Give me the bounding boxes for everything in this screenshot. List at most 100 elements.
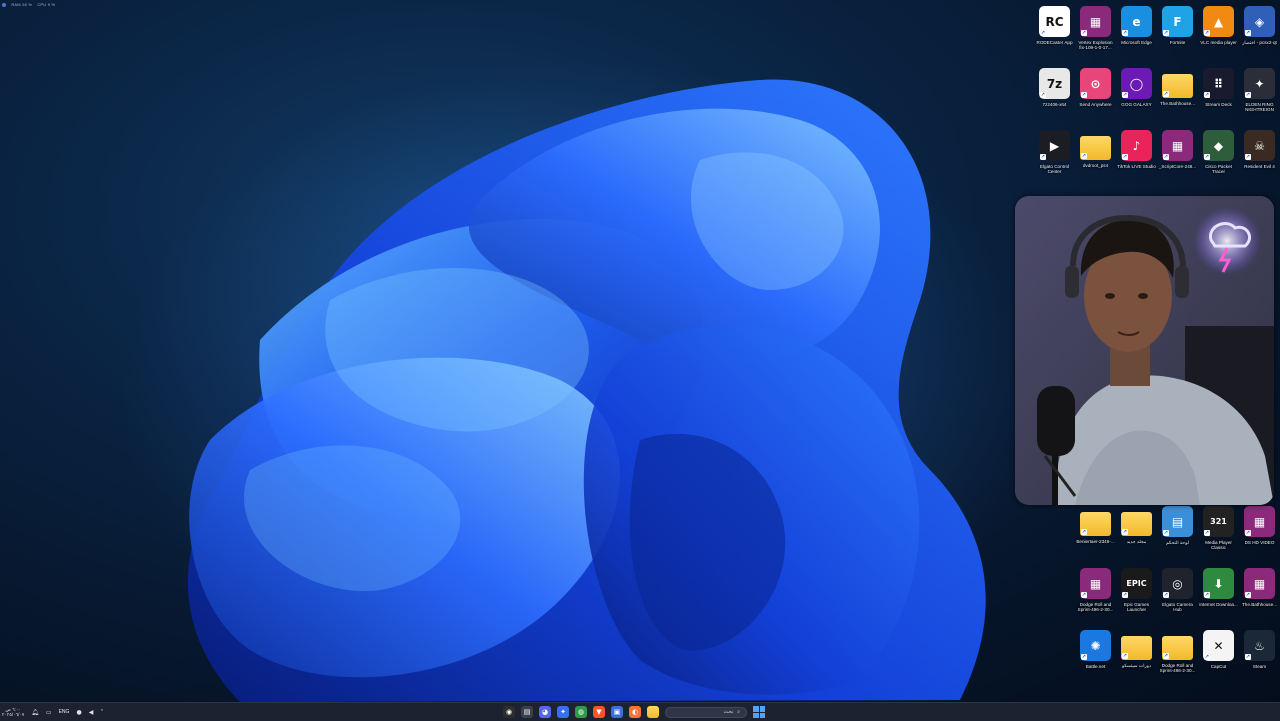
- desktop-shortcut-label: RODECaster App: [1036, 40, 1073, 45]
- brave-icon[interactable]: ▼: [593, 706, 605, 718]
- desktop-shortcut[interactable]: ⬇ ↗ Internet Downloa...: [1198, 566, 1239, 626]
- desktop-shortcut-label: Resident Evil 4: [1244, 164, 1275, 169]
- chevron-up-icon[interactable]: ˄: [100, 709, 103, 716]
- desktop-shortcut[interactable]: ◆ ↗ Cisco Packet Tracer: [1198, 128, 1239, 188]
- desktop-shortcut[interactable]: F ↗ Fortnite: [1157, 4, 1198, 64]
- file-explorer-icon[interactable]: ▤: [521, 706, 533, 718]
- discord-icon[interactable]: ◕: [539, 706, 551, 718]
- shortcut-arrow-icon: ↗: [1122, 30, 1128, 36]
- desktop-shortcut[interactable]: ♪ ↗ TikTok LIVE Studio: [1116, 128, 1157, 188]
- language-indicator[interactable]: ENG: [59, 709, 70, 715]
- desktop-shortcut[interactable]: ▦ ↗ Dodge Roll and Sprint-496-2-30...: [1075, 566, 1116, 626]
- taskbar-search[interactable]: بحث ⌕: [665, 706, 747, 718]
- desktop-shortcut-label: GOG GALAXY: [1121, 102, 1152, 107]
- desktop-shortcut[interactable]: EPIC ↗ Epic Games Launcher: [1116, 566, 1157, 626]
- firefox-icon[interactable]: ◐: [629, 706, 641, 718]
- start-button[interactable]: [753, 706, 765, 718]
- desktop-shortcut[interactable]: ◎ ↗ Elgato Camera Hub: [1157, 566, 1198, 626]
- epic-games-icon: EPIC ↗: [1121, 568, 1152, 599]
- desktop-shortcut[interactable]: ⊙ ↗ Send Anywhere: [1075, 66, 1116, 126]
- shortcut-arrow-icon: ↗: [1163, 154, 1169, 160]
- desktop-shortcut-label: Beniertaer-2346-...: [1076, 539, 1115, 544]
- desktop-shortcut[interactable]: ▲ ↗ VLC media player: [1198, 4, 1239, 64]
- volume-icon[interactable]: ◀︎: [89, 709, 94, 716]
- desktop-shortcut[interactable]: ▦ ↗ The.Bathhouse...: [1239, 566, 1280, 626]
- search-placeholder: بحث: [723, 709, 734, 715]
- folder-icon[interactable]: [647, 706, 659, 718]
- notification-icon[interactable]: 🔔︎: [31, 709, 39, 716]
- desktop-shortcut-label: Media Player Classic: [1205, 540, 1232, 551]
- idm-icon: ⬇ ↗: [1203, 568, 1234, 599]
- desktop-shortcut[interactable]: ✺ ↗ Battle.net: [1075, 628, 1116, 688]
- desktop-shortcut[interactable]: ↗ dvdroot_ps4: [1075, 128, 1116, 188]
- desktop-shortcut[interactable]: 321 ↗ Media Player Classic: [1198, 504, 1239, 564]
- desktop-shortcut-label: Microsoft Edge: [1121, 40, 1152, 45]
- desktop-shortcut[interactable]: ◯ ↗ GOG GALAXY: [1116, 66, 1157, 126]
- winrar-icon: ▦ ↗: [1080, 6, 1111, 37]
- desktop-shortcut[interactable]: ✕ ↗ CapCut: [1198, 628, 1239, 688]
- start-tile: [753, 706, 759, 712]
- desktop-shortcut[interactable]: ▤ ↗ لوحة التحكم: [1157, 504, 1198, 564]
- desktop-shortcut-label: Steam: [1252, 664, 1267, 669]
- shortcut-arrow-icon: ↗: [1081, 529, 1087, 535]
- shortcut-arrow-icon: ↗: [1122, 154, 1128, 160]
- desktop-shortcut-label: Internet Downloa...: [1199, 602, 1238, 607]
- desktop-shortcut[interactable]: ✦ ↗ ELDEN RING NIGHTREIGN: [1239, 66, 1280, 126]
- clock-date: ٢٠٢٥/٠٦/٠٧: [2, 712, 25, 717]
- resident-evil-icon: ☠ ↗: [1244, 130, 1275, 161]
- desktop-shortcut-label: Fortnite: [1169, 40, 1186, 45]
- chrome-icon[interactable]: ◍: [575, 706, 587, 718]
- battery-icon[interactable]: ▭: [46, 709, 52, 716]
- capcut-icon: ✕ ↗: [1203, 630, 1234, 661]
- shortcut-arrow-icon: ↗: [1081, 92, 1087, 98]
- desktop-shortcut[interactable]: ☠ ↗ Resident Evil 4: [1239, 128, 1280, 188]
- edge-icon: e ↗: [1121, 6, 1152, 37]
- desktop-shortcut[interactable]: ▶ ↗ Elgato Control Center: [1034, 128, 1075, 188]
- desktop-shortcut[interactable]: ↗ Beniertaer-2346-...: [1075, 504, 1116, 564]
- desktop-shortcut-label: DS HD VIDEO: [1244, 540, 1275, 545]
- shortcut-arrow-icon: ↗: [1040, 92, 1046, 98]
- shortcut-arrow-icon: ↗: [1040, 154, 1046, 160]
- shortcut-arrow-icon: ↗: [1163, 653, 1169, 659]
- desktop-shortcut-label: Elgato Control Center: [1039, 164, 1070, 175]
- shortcut-arrow-icon: ↗: [1204, 592, 1210, 598]
- desktop-shortcut[interactable]: ↗ دورات سيتسكو: [1116, 628, 1157, 688]
- folder-icon: ↗: [1080, 512, 1111, 536]
- overlay-dot-icon: [2, 2, 6, 7]
- desktop-shortcut[interactable]: e ↗ Microsoft Edge: [1116, 4, 1157, 64]
- taskbar-apps: ◉ ▤ ◕ ✦ ◍ ▼ ▣ ◐ بحث ⌕: [503, 703, 765, 721]
- desktop-shortcut[interactable]: ▦ ↗ _ScriptCore-248...: [1157, 128, 1198, 188]
- shortcut-arrow-icon: ↗: [1122, 653, 1128, 659]
- shortcut-arrow-icon: ↗: [1204, 92, 1210, 98]
- desktop-shortcut[interactable]: ↗ Dodge Roll and Sprint-496-2-30...: [1157, 628, 1198, 688]
- desktop-shortcut[interactable]: ▦ ↗ Vertex Explosion fix-109-1-0-17...: [1075, 4, 1116, 64]
- desktop-shortcut-label: دورات سيتسكو: [1122, 663, 1151, 668]
- folder-icon: ↗: [1080, 136, 1111, 160]
- desktop-shortcut-label: Dodge Roll and Sprint-496-2-30...: [1077, 602, 1114, 613]
- copilot-icon[interactable]: ✦: [557, 706, 569, 718]
- tray-clock[interactable]: ٦:٠٠ ص ٢٠٢٥/٠٦/٠٧: [2, 707, 24, 717]
- search-icon: ⌕: [737, 709, 740, 715]
- shortcut-arrow-icon: ↗: [1081, 30, 1087, 36]
- desktop-shortcut[interactable]: ▦ ↗ DS HD VIDEO: [1239, 504, 1280, 564]
- desktop-shortcut[interactable]: RC ↗ RODECaster App: [1034, 4, 1075, 64]
- desktop-shortcut-label: اختصار - pcsx2-qt: [1242, 40, 1277, 45]
- desktop-shortcut[interactable]: ♨ ↗ Steam: [1239, 628, 1280, 688]
- store-icon[interactable]: ▣: [611, 706, 623, 718]
- shortcut-arrow-icon: ↗: [1204, 30, 1210, 36]
- desktop-shortcut-label: _ScriptCore-248...: [1158, 164, 1197, 169]
- desktop-shortcut[interactable]: ↗ مجلد جديد: [1116, 504, 1157, 564]
- desktop-shortcut-label: ELDEN RING NIGHTREIGN: [1245, 102, 1274, 113]
- desktop-shortcut-label: TikTok LIVE Studio: [1117, 164, 1156, 169]
- desktop-shortcut-label: dvdroot_ps4: [1082, 163, 1109, 168]
- desktop-shortcut-label: Dodge Roll and Sprint-496-2-30...: [1159, 663, 1196, 674]
- desktop-shortcut-label: The.Bathhouse...: [1160, 101, 1195, 106]
- streamer-webcam-feed: [1015, 196, 1274, 505]
- obs-icon[interactable]: ◉: [503, 706, 515, 718]
- microphone-icon[interactable]: ●: [76, 709, 81, 716]
- system-tray: ٦:٠٠ ص ٢٠٢٥/٠٦/٠٧ 🔔︎ ▭ ENG ● ◀︎ ˄: [2, 703, 103, 721]
- desktop-shortcut[interactable]: ↗ The.Bathhouse...: [1157, 66, 1198, 126]
- desktop-shortcut[interactable]: 7z ↗ 7z2406-x64: [1034, 66, 1075, 126]
- desktop-shortcut[interactable]: ⠿ ↗ Stream Deck: [1198, 66, 1239, 126]
- desktop-shortcut[interactable]: ◈ ↗ اختصار - pcsx2-qt: [1239, 4, 1280, 64]
